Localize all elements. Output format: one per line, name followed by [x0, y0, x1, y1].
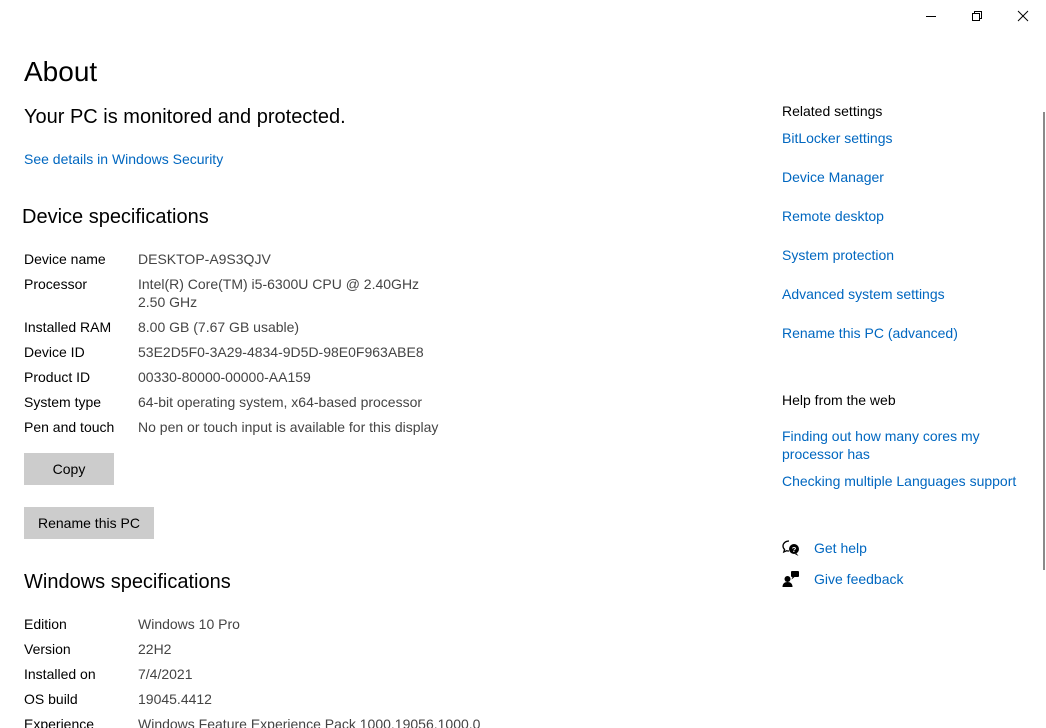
- spec-key: Installed RAM: [24, 319, 112, 335]
- spec-value: Windows 10 Pro: [138, 616, 240, 632]
- windows-security-link[interactable]: See details in Windows Security: [24, 150, 223, 168]
- minimize-button[interactable]: [908, 0, 954, 32]
- spec-key: Installed on: [24, 666, 96, 682]
- page-title: About: [24, 56, 98, 87]
- spec-value: Windows Feature Experience Pack 1000.190…: [138, 716, 481, 728]
- copy-button[interactable]: Copy: [24, 453, 114, 485]
- spec-row-installed-on: Installed on 7/4/2021: [24, 665, 464, 683]
- advanced-system-settings-link[interactable]: Advanced system settings: [782, 285, 1022, 303]
- caption-buttons: [908, 0, 1046, 32]
- close-button[interactable]: [1000, 0, 1046, 32]
- get-help-link[interactable]: Get help: [814, 540, 867, 556]
- device-manager-link[interactable]: Device Manager: [782, 168, 1022, 186]
- spec-row-experience: Experience Windows Feature Experience Pa…: [24, 715, 481, 728]
- spec-row-system-type: System type 64-bit operating system, x64…: [24, 393, 464, 411]
- svg-text:?: ?: [792, 545, 797, 554]
- spec-value: 8.00 GB (7.67 GB usable): [138, 319, 300, 335]
- spec-value: Intel(R) Core(TM) i5-6300U CPU @ 2.40GHz…: [138, 276, 431, 310]
- spec-row-os-build: OS build 19045.4412: [24, 690, 464, 708]
- vertical-scrollbar[interactable]: [1043, 112, 1045, 570]
- spec-key: OS build: [24, 691, 78, 707]
- related-settings-heading: Related settings: [782, 103, 883, 119]
- minimize-icon: [926, 16, 936, 17]
- spec-value: 19045.4412: [138, 691, 212, 707]
- windows-specs-heading: Windows specifications: [24, 571, 231, 593]
- spec-row-edition: Edition Windows 10 Pro: [24, 615, 464, 633]
- spec-key: Device name: [24, 251, 106, 267]
- system-protection-link[interactable]: System protection: [782, 246, 1022, 264]
- spec-key: Experience: [24, 716, 95, 728]
- spec-key: Processor: [24, 276, 88, 292]
- get-help-row[interactable]: ? Get help: [782, 538, 867, 558]
- rename-pc-advanced-link[interactable]: Rename this PC (advanced): [782, 324, 1022, 342]
- give-feedback-link[interactable]: Give feedback: [814, 571, 904, 587]
- spec-key: Pen and touch: [24, 419, 115, 435]
- windows-specs-table: Edition Windows 10 Pro Version 22H2 Inst…: [24, 615, 481, 728]
- chat-help-icon: ?: [782, 539, 800, 557]
- spec-value: No pen or touch input is available for t…: [138, 419, 439, 435]
- languages-support-link[interactable]: Checking multiple Languages support: [782, 472, 1032, 490]
- bitlocker-settings-link[interactable]: BitLocker settings: [782, 129, 1022, 147]
- help-from-web-heading: Help from the web: [782, 392, 896, 408]
- spec-key: Version: [24, 641, 71, 657]
- spec-row-ram: Installed RAM 8.00 GB (7.67 GB usable): [24, 318, 464, 336]
- remote-desktop-link[interactable]: Remote desktop: [782, 207, 1022, 225]
- settings-window: About Your PC is monitored and protected…: [0, 0, 1046, 728]
- spec-key: System type: [24, 394, 102, 410]
- spec-row-product-id: Product ID 00330-80000-00000-AA159: [24, 368, 464, 386]
- spec-row-processor: Processor Intel(R) Core(TM) i5-6300U CPU…: [24, 275, 464, 311]
- spec-value: 53E2D5F0-3A29-4834-9D5D-98E0F963ABE8: [138, 344, 424, 360]
- feedback-icon: [782, 570, 800, 588]
- device-specs-table: Device name DESKTOP-A9S3QJV Processor In…: [24, 250, 464, 443]
- spec-value: 7/4/2021: [138, 666, 193, 682]
- spec-value: 64-bit operating system, x64-based proce…: [138, 394, 423, 410]
- spec-value: DESKTOP-A9S3QJV: [138, 251, 271, 267]
- spec-row-pen-touch: Pen and touch No pen or touch input is a…: [24, 418, 464, 436]
- spec-row-version: Version 22H2: [24, 640, 464, 658]
- rename-pc-button[interactable]: Rename this PC: [24, 507, 154, 539]
- spec-value: 22H2: [138, 641, 172, 657]
- restore-button[interactable]: [954, 0, 1000, 32]
- spec-key: Edition: [24, 616, 67, 632]
- spec-row-device-name: Device name DESKTOP-A9S3QJV: [24, 250, 464, 268]
- protection-status: Your PC is monitored and protected.: [24, 106, 346, 128]
- spec-row-device-id: Device ID 53E2D5F0-3A29-4834-9D5D-98E0F9…: [24, 343, 464, 361]
- restore-icon: [972, 11, 982, 21]
- close-icon: [1017, 10, 1029, 22]
- spec-value: 00330-80000-00000-AA159: [138, 369, 311, 385]
- give-feedback-row[interactable]: Give feedback: [782, 569, 904, 589]
- device-specs-heading: Device specifications: [22, 206, 209, 228]
- spec-key: Product ID: [24, 369, 91, 385]
- cores-help-link[interactable]: Finding out how many cores my processor …: [782, 427, 1002, 463]
- spec-key: Device ID: [24, 344, 85, 360]
